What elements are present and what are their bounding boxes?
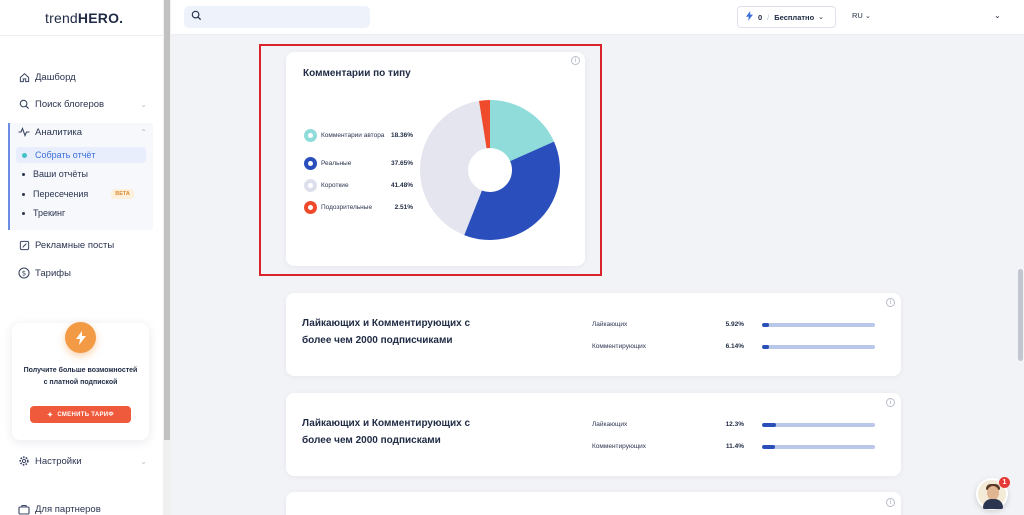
metric-value: 11.4% — [725, 443, 744, 450]
metric-label: Комментирующих — [592, 443, 647, 450]
sidebar-item-label: Тарифы — [35, 267, 71, 279]
sidebar-subitem-build-report[interactable]: Собрать отчёт — [16, 147, 146, 163]
change-plan-button[interactable]: ✦ СМЕНИТЬ ТАРИФ — [30, 406, 131, 423]
sidebar-item-label: Рекламные посты — [35, 239, 115, 251]
search-box — [184, 6, 370, 28]
info-icon[interactable]: i — [886, 298, 895, 307]
bullet-dot — [22, 172, 25, 176]
search-input[interactable] — [206, 9, 364, 25]
active-dot — [22, 152, 27, 158]
gear-icon — [18, 455, 30, 467]
language-label: RU — [852, 11, 863, 20]
sidebar-divider — [0, 35, 163, 36]
home-icon — [18, 71, 30, 83]
progress-bar — [762, 423, 875, 427]
metric-row: Комментирующих 11.4% — [592, 443, 877, 455]
topbar: 0 / Бесплатно ⌄ RU ⌄ ⌄ — [171, 0, 1024, 35]
sidebar: trendHERO. Дашборд Поиск блогеров ⌄ Анал… — [0, 0, 163, 515]
metric-label: Лайкающих — [592, 321, 628, 328]
metric-card: i — [286, 492, 901, 515]
search-icon — [191, 10, 202, 24]
partners-icon — [18, 503, 30, 515]
sidebar-item-label: Дашборд — [35, 71, 76, 83]
metric-row: Лайкающих 12.3% — [592, 421, 877, 433]
metric-title: Лайкающих и Комментирующих с более чем 2… — [302, 318, 471, 346]
sidebar-item-dashboard[interactable]: Дашборд — [18, 68, 76, 86]
metric-value: 12.3% — [725, 421, 744, 428]
support-chat-button[interactable]: 1 — [976, 477, 1010, 510]
lightning-icon — [65, 322, 96, 353]
subitem-label: Ваши отчёты — [33, 169, 88, 179]
sidebar-item-label: Для партнеров — [35, 503, 101, 515]
info-icon[interactable]: i — [886, 498, 895, 507]
sidebar-item-label: Настройки — [35, 455, 82, 467]
highlight-frame — [259, 44, 602, 276]
plan-name: Бесплатно — [774, 12, 815, 22]
progress-bar — [762, 323, 875, 327]
separator: / — [767, 12, 770, 22]
subitem-label: Собрать отчёт — [35, 150, 96, 160]
sidebar-subitem-your-reports[interactable]: Ваши отчёты — [22, 166, 88, 182]
chevron-down-icon: ⌄ — [140, 99, 147, 109]
metric-label: Комментирующих — [592, 343, 647, 350]
avatar-face — [987, 486, 999, 500]
upgrade-promo-card: Получите больше возможностей с платной п… — [12, 322, 149, 440]
chevron-up-icon: ⌃ — [140, 127, 147, 137]
tariff-icon: $ — [18, 267, 30, 279]
sidebar-scroll-thumb[interactable] — [164, 0, 170, 440]
change-plan-label: СМЕНИТЬ ТАРИФ — [57, 411, 114, 418]
metric-label: Лайкающих — [592, 421, 628, 428]
avatar-body — [983, 499, 1003, 509]
subitem-label: Пересечения — [33, 189, 89, 199]
progress-bar — [762, 445, 875, 449]
sidebar-subitem-tracking[interactable]: Трекинг — [22, 205, 65, 221]
sidebar-item-label: Аналитика — [35, 126, 83, 138]
sparkle-icon: ✦ — [47, 411, 54, 419]
beta-badge: BETA — [111, 189, 134, 199]
metric-row: Лайкающих 5.92% — [592, 321, 877, 333]
notification-badge: 1 — [999, 477, 1010, 488]
main-scrollbar[interactable] — [1016, 35, 1024, 515]
lightning-icon — [746, 10, 753, 24]
analytics-icon — [18, 126, 30, 138]
info-icon[interactable]: i — [886, 398, 895, 407]
language-selector[interactable]: RU ⌄ — [852, 11, 871, 20]
metric-value: 5.92% — [725, 321, 744, 328]
logo[interactable]: trendHERO. — [45, 10, 123, 26]
search-icon — [18, 98, 30, 110]
account-menu-chevron-icon[interactable]: ⌄ — [994, 11, 1001, 20]
sidebar-item-analytics[interactable]: Аналитика ⌃ — [18, 123, 147, 141]
progress-fill — [762, 445, 775, 449]
metric-value: 6.14% — [725, 343, 744, 350]
main-scroll-thumb[interactable] — [1018, 269, 1023, 361]
sidebar-item-settings[interactable]: Настройки ⌄ — [18, 452, 147, 470]
svg-text:$: $ — [22, 270, 26, 278]
chevron-down-icon: ⌄ — [818, 14, 825, 21]
promo-text: Получите больше возможностей с платной п… — [23, 367, 138, 386]
sidebar-item-tariffs[interactable]: $ Тарифы — [18, 264, 71, 282]
sidebar-item-partners[interactable]: Для партнеров — [18, 500, 101, 515]
metric-title: Лайкающих и Комментирующих с более чем 2… — [302, 418, 471, 446]
chevron-down-icon: ⌄ — [864, 13, 871, 20]
subitem-label: Трекинг — [33, 208, 66, 218]
progress-bar — [762, 345, 875, 349]
sidebar-subitem-intersections[interactable]: Пересечения BETA — [22, 186, 134, 202]
bullet-dot — [22, 192, 25, 196]
progress-fill — [762, 345, 769, 349]
chevron-down-icon: ⌄ — [140, 456, 147, 466]
sidebar-scrollbar[interactable] — [163, 0, 171, 515]
sidebar-item-label: Поиск блогеров — [35, 98, 105, 110]
plan-selector[interactable]: 0 / Бесплатно ⌄ — [737, 6, 836, 28]
sidebar-item-blogger-search[interactable]: Поиск блогеров ⌄ — [18, 95, 147, 113]
ad-post-icon — [18, 239, 30, 251]
credits-count: 0 — [758, 12, 763, 22]
bullet-dot — [22, 211, 25, 215]
sidebar-item-ad-posts[interactable]: Рекламные посты — [18, 236, 114, 254]
progress-fill — [762, 423, 776, 427]
metric-row: Комментирующих 6.14% — [592, 343, 877, 355]
progress-fill — [762, 323, 769, 327]
